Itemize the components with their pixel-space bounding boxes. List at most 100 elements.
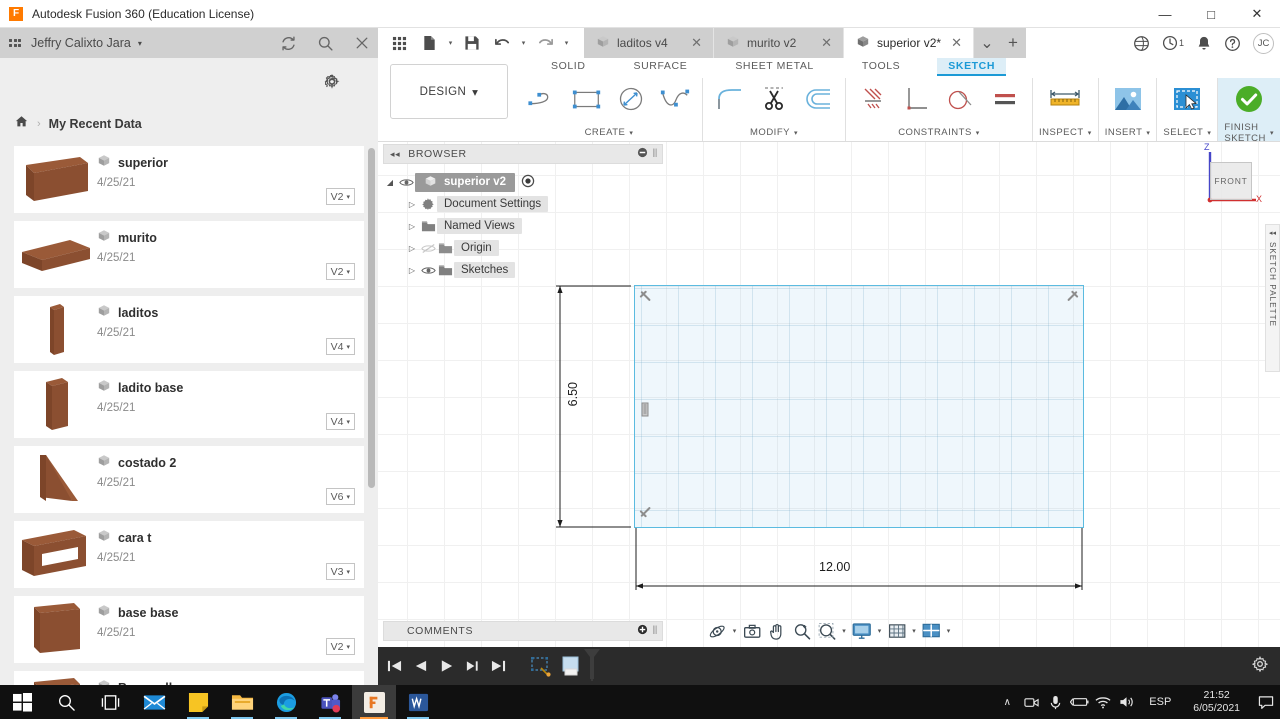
timeline-marker[interactable]: [591, 651, 593, 681]
volume-icon[interactable]: [1115, 685, 1139, 719]
mail-app-button[interactable]: [132, 685, 176, 719]
chevron-down-icon[interactable]: ▾: [839, 627, 849, 635]
save-button[interactable]: [457, 28, 487, 58]
tab-sheet-metal[interactable]: SHEET METAL: [724, 58, 825, 75]
wifi-icon[interactable]: [1091, 685, 1115, 719]
jump-to-beginning-button[interactable]: [386, 659, 403, 673]
job-status-icon[interactable]: 1: [1162, 35, 1184, 51]
browser-node-named-views[interactable]: ▷ Named Views: [383, 215, 663, 237]
browser-node-sketches[interactable]: ▷ Sketches: [383, 259, 663, 281]
tangent-constraint-button[interactable]: [940, 80, 982, 122]
horizontal-constraint-icon[interactable]: [1062, 289, 1079, 311]
home-icon[interactable]: [14, 114, 29, 134]
dimension-vertical[interactable]: 6.50: [556, 284, 646, 535]
tab-surface[interactable]: SURFACE: [623, 58, 699, 75]
item-version-badge[interactable]: V4 ▾: [326, 413, 355, 430]
language-indicator[interactable]: ESP: [1139, 696, 1181, 708]
new-file-button[interactable]: [414, 28, 444, 58]
browser-node-origin[interactable]: ▷ Origin: [383, 237, 663, 259]
insert-image-button[interactable]: [1107, 80, 1149, 122]
panel-finish-sketch-label[interactable]: FINISH SKETCH ▾: [1224, 124, 1274, 141]
tab-overflow-icon[interactable]: ⌄: [974, 28, 1000, 58]
look-at-tool-button[interactable]: [739, 619, 764, 643]
select-tool-button[interactable]: [1166, 80, 1208, 122]
sketch-profile[interactable]: [634, 285, 1084, 528]
list-item[interactable]: base base 4/25/21 V2 ▾: [14, 596, 364, 663]
clock[interactable]: 21:52 6/05/2021: [1181, 689, 1252, 715]
avatar[interactable]: JC: [1253, 33, 1274, 54]
step-back-button[interactable]: [412, 659, 429, 673]
sketch-feature-node[interactable]: [527, 653, 555, 679]
task-view-button[interactable]: [88, 685, 132, 719]
panel-select-label[interactable]: SELECT ▾: [1163, 124, 1211, 141]
view-cube-front-face[interactable]: FRONT: [1210, 162, 1252, 200]
visibility-eye-icon[interactable]: [397, 177, 415, 188]
microphone-icon[interactable]: [1043, 685, 1067, 719]
item-version-badge[interactable]: V2 ▾: [326, 638, 355, 655]
tray-chevron-icon[interactable]: ∧: [995, 685, 1019, 719]
workspace-switcher[interactable]: DESIGN ▾: [390, 64, 508, 119]
expand-arrow-icon[interactable]: ◢: [383, 178, 397, 187]
canvas-workspace[interactable]: ◂◂ BROWSER ⦀ ◢ supe: [378, 142, 1280, 647]
team-grid-icon[interactable]: [9, 39, 21, 47]
search-icon[interactable]: [317, 35, 334, 52]
panel-constraints-label[interactable]: CONSTRAINTS ▾: [852, 124, 1026, 141]
fusion-360-app-button[interactable]: [352, 685, 396, 719]
refresh-icon[interactable]: [280, 35, 297, 52]
sketch-palette-handle[interactable]: ◂◂ SKETCH PALETTE: [1265, 224, 1280, 372]
chevron-down-icon[interactable]: ▾: [909, 627, 919, 635]
panel-modify-label[interactable]: MODIFY ▾: [709, 124, 839, 141]
finish-sketch-button[interactable]: [1228, 80, 1270, 122]
jump-to-end-button[interactable]: [490, 659, 507, 673]
zoom-tool-button[interactable]: [789, 619, 814, 643]
viewports-button[interactable]: [919, 619, 944, 643]
grid-snaps-button[interactable]: [884, 619, 909, 643]
breadcrumb-current[interactable]: My Recent Data: [49, 117, 142, 131]
expand-arrow-icon[interactable]: ▷: [405, 244, 419, 253]
close-icon[interactable]: ✕: [688, 35, 705, 51]
chevron-down-icon[interactable]: ▾: [875, 627, 885, 635]
panel-inspect-label[interactable]: INSPECT ▾: [1039, 124, 1092, 141]
gear-icon[interactable]: [324, 74, 340, 95]
item-version-badge[interactable]: V3 ▾: [326, 563, 355, 580]
list-item[interactable]: ladito base 4/25/21 V4 ▾: [14, 371, 364, 438]
drag-handle-icon[interactable]: ⦀: [653, 148, 658, 161]
browser-root-label-box[interactable]: superior v2: [415, 173, 515, 192]
document-tab-active[interactable]: superior v2* ✕: [844, 28, 974, 58]
line-tool-button[interactable]: [522, 80, 564, 122]
measure-tool-button[interactable]: [1044, 80, 1086, 122]
show-data-panel-button[interactable]: [384, 28, 414, 58]
minimize-button[interactable]: —: [1142, 0, 1188, 28]
chevron-down-icon[interactable]: ▾: [944, 627, 954, 635]
tab-sketch[interactable]: SKETCH: [937, 58, 1006, 75]
fillet-tool-button[interactable]: [709, 80, 751, 122]
orbit-tool-button[interactable]: [705, 619, 730, 643]
trim-tool-button[interactable]: [753, 80, 795, 122]
list-item[interactable]: Base cell 4/25/21: [14, 671, 364, 685]
item-version-badge[interactable]: V4 ▾: [326, 338, 355, 355]
tab-solid[interactable]: SOLID: [540, 58, 597, 75]
collapse-icon[interactable]: ◂◂: [1269, 229, 1276, 237]
tab-tools[interactable]: TOOLS: [851, 58, 911, 75]
equal-constraint-button[interactable]: [984, 80, 1026, 122]
camera-icon[interactable]: [1019, 685, 1043, 719]
item-version-badge[interactable]: V2 ▾: [326, 263, 355, 280]
pan-tool-button[interactable]: [764, 619, 789, 643]
microsoft-edge-app-button[interactable]: [264, 685, 308, 719]
document-tab[interactable]: murito v2 ✕: [714, 28, 844, 58]
step-forward-button[interactable]: [464, 659, 481, 673]
data-panel-scrollbar[interactable]: [368, 148, 375, 488]
user-name-label[interactable]: Jeffry Calixto Jara: [31, 36, 131, 50]
dimension-vertical-label[interactable]: 6.50: [566, 382, 580, 406]
new-tab-button[interactable]: +: [1000, 28, 1026, 58]
chevron-down-icon[interactable]: ▾: [730, 627, 740, 635]
expand-arrow-icon[interactable]: ▷: [405, 266, 419, 275]
dimension-horizontal-label[interactable]: 12.00: [819, 560, 850, 574]
play-button[interactable]: [438, 659, 455, 673]
list-item[interactable]: laditos 4/25/21 V4 ▾: [14, 296, 364, 363]
extrude-feature-node[interactable]: [557, 653, 585, 679]
perpendicular-constraint-button[interactable]: [896, 80, 938, 122]
close-button[interactable]: ✕: [1234, 0, 1280, 28]
battery-icon[interactable]: [1067, 685, 1091, 719]
list-item[interactable]: superior 4/25/21 V2 ▾: [14, 146, 364, 213]
